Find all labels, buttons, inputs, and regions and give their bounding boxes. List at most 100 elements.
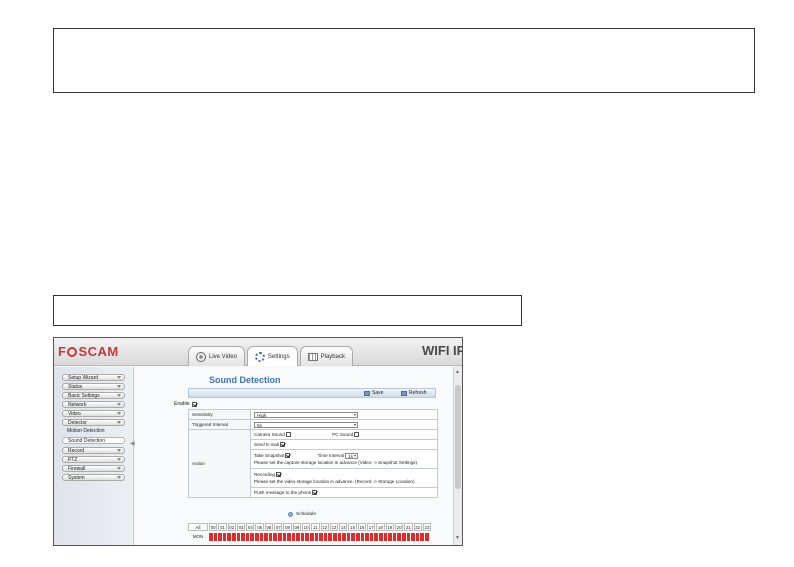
schedule-slot[interactable] [342, 533, 346, 541]
sidebar-item-system[interactable]: System [62, 474, 125, 481]
scroll-down-icon[interactable]: ▼ [455, 535, 460, 541]
schedule-slot[interactable] [231, 533, 236, 541]
schedule-slot[interactable] [420, 533, 424, 541]
hour-cell[interactable]: 02 [227, 523, 236, 531]
scrollbar[interactable]: ▲ ▼ [453, 367, 462, 545]
schedule-slot[interactable] [351, 533, 355, 541]
sidebar-item-setup-wizard[interactable]: Setup Wizard [62, 374, 125, 381]
schedule-slot[interactable] [273, 533, 277, 541]
hour-cell[interactable]: 04 [246, 523, 255, 531]
schedule-slot[interactable] [282, 533, 287, 541]
interval-select[interactable]: 5s [254, 421, 358, 428]
schedule-slot[interactable] [378, 533, 383, 541]
schedule-slot[interactable] [305, 533, 310, 541]
schedule-slot[interactable] [310, 533, 314, 541]
hour-cell[interactable]: 07 [274, 523, 283, 531]
sidebar-subitem-motion-detection[interactable]: Motion Detection [62, 428, 125, 435]
hour-cell[interactable]: 15 [348, 523, 357, 531]
schedule-slot[interactable] [388, 533, 392, 541]
schedule-slot[interactable] [424, 533, 429, 541]
schedule-slot[interactable] [264, 533, 268, 541]
schedule-slot[interactable] [337, 533, 342, 541]
schedule-slot[interactable] [277, 533, 282, 541]
push-message-checkbox[interactable] [312, 490, 318, 495]
schedule-slot[interactable] [291, 533, 296, 541]
send-email-checkbox[interactable] [280, 442, 286, 447]
hour-cell[interactable]: 06 [264, 523, 274, 531]
hour-cell[interactable]: 14 [339, 523, 348, 531]
schedule-slot[interactable] [296, 533, 300, 541]
schedule-slot[interactable] [406, 533, 411, 541]
schedule-slot[interactable] [356, 533, 360, 541]
schedule-slot[interactable] [236, 533, 241, 541]
hour-cell[interactable]: 13 [329, 523, 339, 531]
sidebar-item-network[interactable]: Network [62, 401, 125, 408]
sidebar-item-detector[interactable]: Detector [62, 419, 125, 426]
schedule-slot[interactable] [401, 533, 406, 541]
schedule-slot[interactable] [300, 533, 305, 541]
hour-cell[interactable]: 17 [367, 523, 376, 531]
hour-cell[interactable]: 03 [236, 523, 246, 531]
hour-cell[interactable]: 20 [394, 523, 404, 531]
refresh-button[interactable]: Refresh [401, 390, 427, 397]
recording-checkbox[interactable] [275, 472, 281, 477]
schedule-slot[interactable] [254, 533, 259, 541]
schedule-slot[interactable] [268, 533, 273, 541]
schedule-slot[interactable] [314, 533, 319, 541]
hour-cell[interactable]: 19 [385, 523, 394, 531]
pc-sound-checkbox[interactable] [354, 432, 360, 437]
scroll-thumb[interactable] [455, 385, 461, 489]
sidebar-subitem-sound-detection[interactable]: Sound Detection [62, 437, 125, 444]
camera-sound-checkbox[interactable] [285, 432, 291, 437]
hour-cell[interactable]: 22 [413, 523, 422, 531]
enable-checkbox[interactable] [191, 401, 197, 407]
sidebar-item-record[interactable]: Record [62, 447, 125, 454]
hour-cell[interactable]: 16 [357, 523, 367, 531]
schedule-slot[interactable] [287, 533, 291, 541]
scroll-up-icon[interactable]: ▲ [455, 369, 460, 375]
time-interval-select[interactable]: 1s [345, 452, 359, 459]
schedule-slot[interactable] [397, 533, 401, 541]
schedule-slot[interactable] [250, 533, 254, 541]
save-button[interactable]: Save [364, 390, 383, 397]
tab-live-video[interactable]: Live Video [188, 346, 245, 366]
hour-cell[interactable]: 01 [218, 523, 227, 531]
schedule-slot[interactable] [218, 533, 222, 541]
sensitivity-select[interactable]: High [254, 411, 358, 418]
collapse-sidebar-icon[interactable]: ◀ [130, 440, 135, 447]
hour-cell[interactable]: 18 [376, 523, 385, 531]
schedule-slot[interactable] [213, 533, 218, 541]
schedule-slot[interactable] [369, 533, 374, 541]
select-all-button[interactable]: All [188, 523, 208, 531]
schedule-slot[interactable] [227, 533, 231, 541]
hour-cell[interactable]: 09 [292, 523, 301, 531]
schedule-slot[interactable] [222, 533, 227, 541]
hour-cell[interactable]: 11 [311, 523, 320, 531]
sidebar-item-video[interactable]: Video [62, 410, 125, 417]
schedule-slot[interactable] [319, 533, 323, 541]
schedule-slot[interactable] [245, 533, 250, 541]
schedule-slot[interactable] [383, 533, 388, 541]
schedule-slot[interactable] [259, 533, 264, 541]
sidebar-item-status[interactable]: Status [62, 383, 125, 390]
hour-cell[interactable]: 08 [283, 523, 292, 531]
hour-cell[interactable]: 12 [320, 523, 329, 531]
schedule-slot[interactable] [323, 533, 328, 541]
schedule-slot[interactable] [333, 533, 337, 541]
hour-cell[interactable]: 23 [422, 523, 432, 531]
schedule-slot[interactable] [360, 533, 365, 541]
hour-cell[interactable]: 21 [404, 523, 413, 531]
schedule-slot[interactable] [365, 533, 369, 541]
schedule-slot[interactable] [209, 533, 213, 541]
schedule-slot[interactable] [328, 533, 333, 541]
schedule-slot[interactable] [374, 533, 378, 541]
hour-cell[interactable]: 10 [301, 523, 311, 531]
schedule-slot[interactable] [392, 533, 397, 541]
hour-cell[interactable]: 00 [209, 523, 218, 531]
tab-playback[interactable]: Playback [299, 346, 353, 366]
sidebar-item-basic-settings[interactable]: Basic Settings [62, 392, 125, 399]
schedule-slot[interactable] [415, 533, 420, 541]
schedule-slot[interactable] [346, 533, 351, 541]
take-snapshot-checkbox[interactable] [285, 453, 291, 458]
hour-cell[interactable]: 05 [255, 523, 264, 531]
